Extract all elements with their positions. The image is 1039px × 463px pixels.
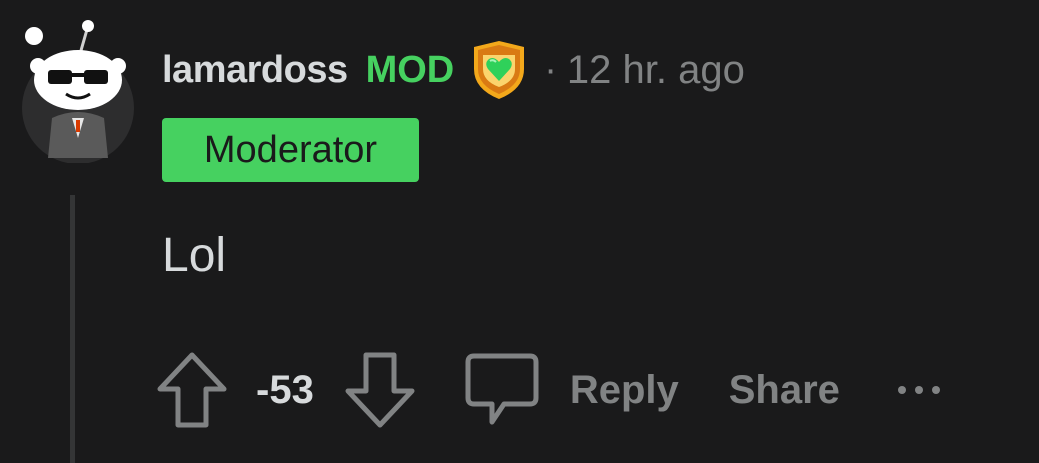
speech-bubble-icon: [465, 353, 539, 425]
moderator-shield-icon: [468, 39, 530, 101]
separator-dot: ·: [544, 48, 557, 91]
downvote-button[interactable]: [342, 349, 418, 431]
comment-body: Lol: [162, 229, 227, 282]
arrow-up-icon: [157, 352, 227, 428]
comment-meta: lamardoss MOD · 12 hr. ago: [162, 40, 745, 100]
more-options-button[interactable]: [897, 386, 940, 394]
arrow-down-icon: [345, 352, 415, 428]
snoo-avatar-icon: [22, 20, 134, 164]
vote-count: -53: [256, 367, 314, 412]
username[interactable]: lamardoss: [162, 49, 348, 92]
upvote-button[interactable]: [154, 349, 230, 431]
ellipsis-icon: [897, 386, 940, 394]
flair-label: Moderator: [203, 128, 378, 171]
avatar[interactable]: [18, 18, 138, 164]
thread-line[interactable]: [70, 195, 75, 463]
user-flair: Moderator: [162, 118, 419, 182]
comment-button[interactable]: [464, 350, 540, 430]
comment-actions: -53 Reply Share: [154, 345, 940, 435]
timestamp[interactable]: 12 hr. ago: [567, 48, 745, 93]
mod-label: MOD: [365, 48, 455, 91]
reply-button[interactable]: Reply: [570, 368, 679, 413]
share-button[interactable]: Share: [729, 368, 840, 413]
